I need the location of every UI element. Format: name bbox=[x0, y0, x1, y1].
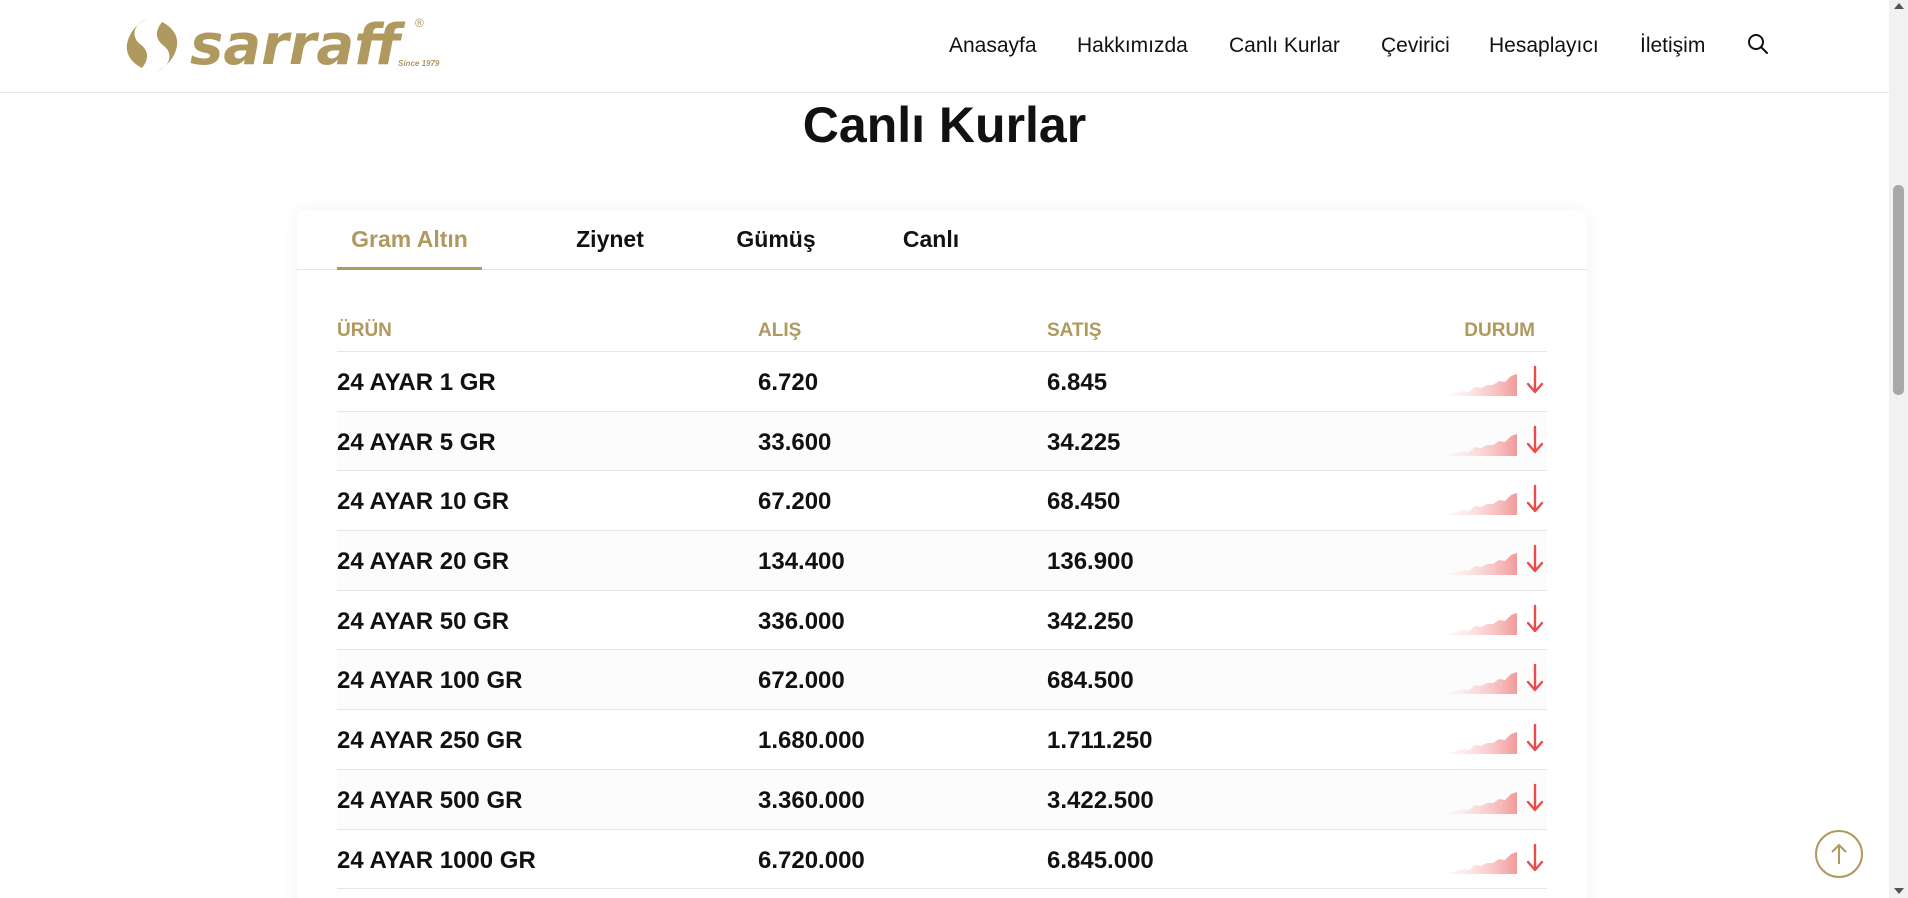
tab-gumus[interactable]: Gümüş bbox=[721, 226, 831, 270]
main-nav: Anasayfa Hakkımızda Canlı Kurlar Çeviric… bbox=[0, 0, 1889, 93]
header-sell: SATIŞ bbox=[1047, 320, 1102, 341]
trend-sparkline-icon bbox=[1449, 732, 1517, 755]
buy-price: 336.000 bbox=[758, 607, 845, 635]
site-header: sarraff ® Since 1979 Anasayfa Hakkımızda… bbox=[0, 0, 1889, 93]
nav-anasayfa[interactable]: Anasayfa bbox=[949, 34, 1037, 58]
trend-sparkline-icon bbox=[1449, 374, 1517, 396]
trend-sparkline-icon bbox=[1449, 493, 1517, 516]
table-body: 24 AYAR 1 GR 6.720 6.845 24 AYAR 5 GR 33.600… bbox=[337, 352, 1547, 890]
product-name: 24 AYAR 1000 GR bbox=[337, 846, 536, 874]
arrow-up-icon bbox=[1831, 843, 1847, 864]
buy-price: 6.720.000 bbox=[758, 846, 865, 874]
trend-sparkline-icon bbox=[1449, 612, 1517, 635]
sell-price: 3.422.500 bbox=[1047, 786, 1154, 814]
page-scrollbar[interactable] bbox=[1889, 0, 1908, 898]
trend-sparkline-icon bbox=[1449, 672, 1517, 695]
buy-price: 33.600 bbox=[758, 428, 832, 456]
sell-price: 68.450 bbox=[1047, 488, 1121, 516]
trend-down-icon bbox=[1526, 664, 1544, 692]
sell-price: 342.250 bbox=[1047, 607, 1134, 635]
scroll-thumb[interactable] bbox=[1893, 185, 1904, 395]
buy-price: 1.680.000 bbox=[758, 727, 865, 755]
product-name: 24 AYAR 5 GR bbox=[337, 428, 496, 456]
scroll-up-icon[interactable] bbox=[1894, 3, 1904, 9]
table-row: 24 AYAR 500 GR 3.360.000 3.422.500 bbox=[337, 769, 1547, 830]
buy-price: 3.360.000 bbox=[758, 786, 865, 814]
tab-canli[interactable]: Canlı bbox=[891, 226, 971, 270]
product-name: 24 AYAR 50 GR bbox=[337, 607, 510, 635]
trend-down-icon bbox=[1526, 843, 1544, 871]
sell-price: 34.225 bbox=[1047, 428, 1121, 456]
trend-down-icon bbox=[1526, 723, 1544, 752]
trend-down-icon bbox=[1526, 425, 1544, 453]
nav-hesaplayici[interactable]: Hesaplayıcı bbox=[1489, 34, 1599, 58]
buy-price: 134.400 bbox=[758, 548, 845, 576]
rates-tabs: Gram Altın Ziynet Gümüş Canlı bbox=[297, 210, 1587, 270]
table-row: 24 AYAR 250 GR 1.680.000 1.711.250 bbox=[337, 710, 1547, 770]
sell-price: 6.845 bbox=[1047, 369, 1108, 396]
scroll-down-icon[interactable] bbox=[1894, 888, 1904, 894]
product-name: 24 AYAR 20 GR bbox=[337, 548, 510, 576]
table-header: ÜRÜN ALIŞ SATIŞ DURUM bbox=[337, 308, 1547, 352]
nav-canli-kurlar[interactable]: Canlı Kurlar bbox=[1229, 34, 1340, 58]
table-row: 24 AYAR 50 GR 336.000 342.250 bbox=[337, 591, 1547, 651]
trend-down-icon bbox=[1526, 604, 1544, 632]
table-row: 24 AYAR 1 GR 6.720 6.845 bbox=[337, 352, 1547, 412]
product-name: 24 AYAR 10 GR bbox=[337, 488, 510, 516]
search-icon[interactable] bbox=[1746, 32, 1770, 56]
sell-price: 1.711.250 bbox=[1047, 727, 1153, 755]
table-row: 24 AYAR 1000 GR 6.720.000 6.845.000 bbox=[337, 830, 1547, 890]
product-name: 24 AYAR 500 GR bbox=[337, 786, 523, 814]
tab-gram-altin[interactable]: Gram Altın bbox=[337, 226, 482, 270]
nav-hakkimizda[interactable]: Hakkımızda bbox=[1077, 34, 1188, 58]
rates-card: Gram Altın Ziynet Gümüş Canlı ÜRÜN ALIŞ … bbox=[297, 210, 1587, 898]
sell-price: 6.845.000 bbox=[1047, 846, 1154, 874]
header-buy: ALIŞ bbox=[758, 320, 802, 341]
product-name: 24 AYAR 100 GR bbox=[337, 667, 523, 695]
back-to-top-button[interactable] bbox=[1815, 830, 1863, 878]
nav-iletisim[interactable]: İletişim bbox=[1640, 34, 1705, 58]
buy-price: 67.200 bbox=[758, 488, 832, 516]
sell-price: 684.500 bbox=[1047, 667, 1134, 695]
trend-sparkline-icon bbox=[1449, 433, 1517, 456]
product-name: 24 AYAR 250 GR bbox=[337, 727, 523, 755]
nav-cevirici[interactable]: Çevirici bbox=[1381, 34, 1450, 58]
tab-ziynet[interactable]: Ziynet bbox=[555, 226, 665, 270]
table-row: 24 AYAR 20 GR 134.400 136.900 bbox=[337, 531, 1547, 591]
buy-price: 672.000 bbox=[758, 667, 845, 695]
trend-down-icon bbox=[1526, 485, 1544, 513]
table-row: 24 AYAR 100 GR 672.000 684.500 bbox=[337, 650, 1547, 711]
trend-sparkline-icon bbox=[1449, 553, 1517, 576]
trend-sparkline-icon bbox=[1449, 791, 1517, 814]
table-row: 24 AYAR 10 GR 67.200 68.450 bbox=[337, 471, 1547, 532]
trend-down-icon bbox=[1526, 365, 1544, 394]
sell-price: 136.900 bbox=[1047, 548, 1134, 576]
trend-down-icon bbox=[1526, 544, 1544, 573]
header-status: DURUM bbox=[1464, 320, 1535, 341]
trend-sparkline-icon bbox=[1449, 851, 1517, 874]
buy-price: 6.720 bbox=[758, 369, 819, 396]
page-title: Canlı Kurlar bbox=[802, 97, 1087, 153]
product-name: 24 AYAR 1 GR bbox=[337, 369, 496, 396]
trend-down-icon bbox=[1526, 783, 1544, 812]
table-row: 24 AYAR 5 GR 33.600 34.225 bbox=[337, 411, 1547, 472]
header-product: ÜRÜN bbox=[337, 320, 392, 341]
